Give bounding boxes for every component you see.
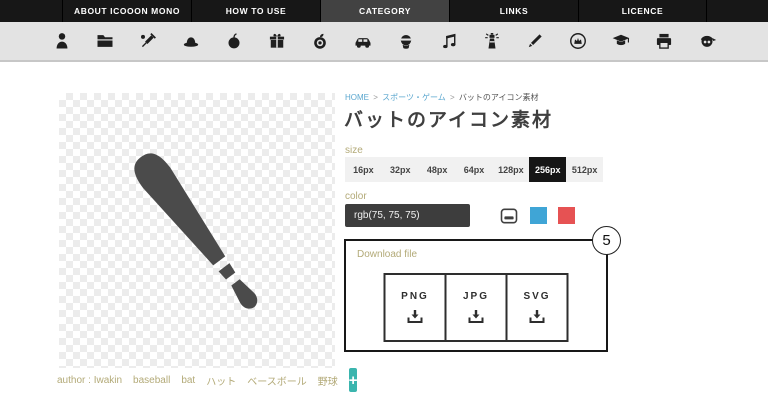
add-tag-button[interactable]: + — [349, 368, 358, 392]
red-swatch[interactable] — [558, 207, 575, 224]
folder-icon[interactable] — [95, 31, 115, 51]
printer-icon[interactable] — [654, 31, 674, 51]
lighthouse-icon[interactable] — [482, 31, 502, 51]
category-icon-bar — [0, 22, 768, 62]
gift-icon[interactable] — [267, 31, 287, 51]
tag-hat[interactable]: ハット — [206, 373, 236, 388]
hat-icon[interactable] — [181, 31, 201, 51]
icon-preview-canvas — [59, 93, 335, 368]
download-jpg-label: JPG — [463, 291, 489, 302]
music-note-icon[interactable] — [439, 31, 459, 51]
breadcrumb-home[interactable]: HOME — [345, 93, 369, 102]
breadcrumb-separator: > — [373, 93, 378, 102]
size-option-48px[interactable]: 48px — [419, 157, 456, 182]
pencil-icon[interactable] — [525, 31, 545, 51]
size-option-256px[interactable]: 256px — [529, 157, 566, 182]
download-png-label: PNG — [401, 291, 429, 302]
download-svg-button[interactable]: SVG — [506, 273, 569, 342]
nav-tab-category[interactable]: CATEGORY — [320, 0, 449, 22]
medical-syringe-icon[interactable] — [138, 31, 158, 51]
page: ABOUT ICOOON MONO HOW TO USE CATEGORY LI… — [0, 0, 768, 406]
download-icon — [468, 309, 485, 324]
color-row: rgb(75, 75, 75) — [345, 204, 575, 227]
annotation-number-badge: 5 — [592, 226, 621, 255]
person-icon[interactable] — [52, 31, 72, 51]
size-selector: 16px 32px 48px 64px 128px 256px 512px — [345, 157, 603, 182]
apple-icon[interactable] — [224, 31, 244, 51]
size-option-64px[interactable]: 64px — [456, 157, 493, 182]
size-option-32px[interactable]: 32px — [382, 157, 419, 182]
breadcrumb-sports-game[interactable]: スポーツ・ゲーム — [382, 93, 446, 102]
breadcrumb: HOME > スポーツ・ゲーム > バットのアイコン素材 — [345, 92, 539, 103]
breadcrumb-separator: > — [450, 93, 455, 102]
blue-swatch[interactable] — [530, 207, 547, 224]
download-png-button[interactable]: PNG — [384, 273, 447, 342]
color-label: color — [345, 191, 367, 202]
color-value-input[interactable]: rgb(75, 75, 75) — [345, 204, 470, 227]
download-file-label: Download file — [357, 249, 417, 260]
tag-baseball-jp[interactable]: ベースボール — [247, 373, 307, 388]
download-icon — [529, 309, 546, 324]
top-nav: ABOUT ICOOON MONO HOW TO USE CATEGORY LI… — [0, 0, 768, 22]
download-svg-label: SVG — [523, 291, 550, 302]
size-option-512px[interactable]: 512px — [566, 157, 603, 182]
pot-leaf-icon[interactable] — [310, 31, 330, 51]
download-buttons: PNG JPG SVG — [384, 273, 569, 342]
tag-bat[interactable]: bat — [181, 375, 195, 386]
download-jpg-button[interactable]: JPG — [445, 273, 508, 342]
nav-tab-about[interactable]: ABOUT ICOOON MONO — [62, 0, 191, 22]
tag-row: author : Iwakin baseball bat ハット ベースボール … — [57, 368, 335, 392]
page-title: バットのアイコン素材 — [344, 105, 553, 132]
tag-yakyu[interactable]: 野球 — [318, 373, 338, 388]
download-icon — [407, 309, 424, 324]
nav-tab-links[interactable]: LINKS — [449, 0, 578, 22]
tag-baseball[interactable]: baseball — [133, 375, 170, 386]
car-icon[interactable] — [353, 31, 373, 51]
color-picker-icon[interactable] — [499, 206, 519, 226]
graduation-cap-icon[interactable] — [611, 31, 631, 51]
size-option-16px[interactable]: 16px — [345, 157, 382, 182]
baseball-bat-icon — [59, 93, 335, 368]
size-option-128px[interactable]: 128px — [492, 157, 529, 182]
face-icon[interactable] — [396, 31, 416, 51]
crown-icon[interactable] — [568, 31, 588, 51]
nav-tab-licence[interactable]: LICENCE — [578, 0, 707, 22]
breadcrumb-current: バットのアイコン素材 — [459, 93, 539, 102]
tag-author[interactable]: author : Iwakin — [57, 375, 122, 386]
nav-tab-how-to-use[interactable]: HOW TO USE — [191, 0, 320, 22]
pirate-skull-icon[interactable] — [697, 31, 717, 51]
download-section: Download file PNG JPG SVG 5 — [344, 239, 608, 352]
size-label: size — [345, 145, 363, 156]
